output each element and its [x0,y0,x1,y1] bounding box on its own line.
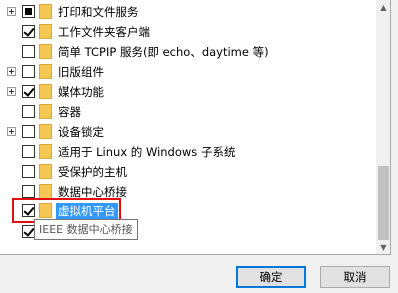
feature-checkbox[interactable] [22,185,35,198]
folder-icon [39,164,52,179]
folder-icon [39,144,52,159]
feature-checkbox[interactable] [22,45,35,58]
feature-checkbox[interactable] [22,145,35,158]
feature-label: 适用于 Linux 的 Windows 子系统 [58,145,236,159]
feature-row[interactable]: 受保护的主机 [0,162,376,182]
feature-label: 简单 TCPIP 服务(即 echo、daytime 等) [58,45,269,59]
folder-icon [39,44,52,59]
folder-icon [39,184,52,199]
feature-checkbox[interactable] [22,125,35,138]
expand-icon[interactable] [7,67,16,76]
folder-icon [39,24,52,39]
folder-icon [39,64,52,79]
feature-checkbox[interactable] [22,105,35,118]
expand-icon[interactable] [7,127,16,136]
feature-label: 媒体功能 [58,85,104,99]
folder-icon [39,104,52,119]
feature-label: 打印和文件服务 [58,5,139,19]
features-tree[interactable]: 打印和文件服务 工作文件夹客户端简单 TCPIP 服务(即 echo、daytim… [0,0,391,255]
feature-label: 容器 [58,105,81,119]
feature-label: 受保护的主机 [58,165,127,179]
scroll-up-icon[interactable]: ▲ [376,0,390,15]
feature-row[interactable]: 工作文件夹客户端 [0,22,376,42]
feature-row[interactable]: 简单 TCPIP 服务(即 echo、daytime 等) [0,42,376,62]
feature-checkbox[interactable] [22,65,35,78]
folder-icon [39,4,52,19]
feature-row[interactable]: 打印和文件服务 [0,2,376,22]
cancel-button[interactable]: 取消 [320,266,390,288]
ok-button[interactable]: 确定 [236,266,306,288]
feature-checkbox[interactable] [22,5,35,18]
folder-icon [39,203,52,218]
feature-label: 工作文件夹客户端 [58,25,150,39]
feature-row[interactable]: 旧版组件 [0,62,376,82]
feature-label: 设备锁定 [58,125,104,139]
feature-row[interactable]: 数据中心桥接 [0,182,376,202]
feature-row[interactable]: 设备锁定 [0,122,376,142]
vertical-scrollbar[interactable]: ▲ ▼ [376,0,390,254]
feature-row[interactable]: 容器 [0,102,376,122]
feature-label: 旧版组件 [58,65,104,79]
feature-label: 数据中心桥接 [58,185,127,199]
feature-checkbox[interactable] [22,204,35,217]
folder-icon [39,124,52,139]
feature-row[interactable]: 虚拟机平台 [0,201,376,221]
tooltip: IEEE 数据中心桥接 [34,219,138,240]
expand-icon[interactable] [7,87,16,96]
feature-label: 虚拟机平台 [56,203,118,219]
feature-checkbox[interactable] [22,165,35,178]
scroll-down-icon[interactable]: ▼ [376,240,390,254]
expand-icon[interactable] [7,7,16,16]
folder-icon [39,84,52,99]
feature-checkbox[interactable] [22,25,35,38]
feature-row[interactable]: 媒体功能 [0,82,376,102]
scroll-thumb[interactable] [378,166,389,240]
feature-checkbox[interactable] [22,85,35,98]
feature-row[interactable]: 适用于 Linux 的 Windows 子系统 [0,142,376,162]
